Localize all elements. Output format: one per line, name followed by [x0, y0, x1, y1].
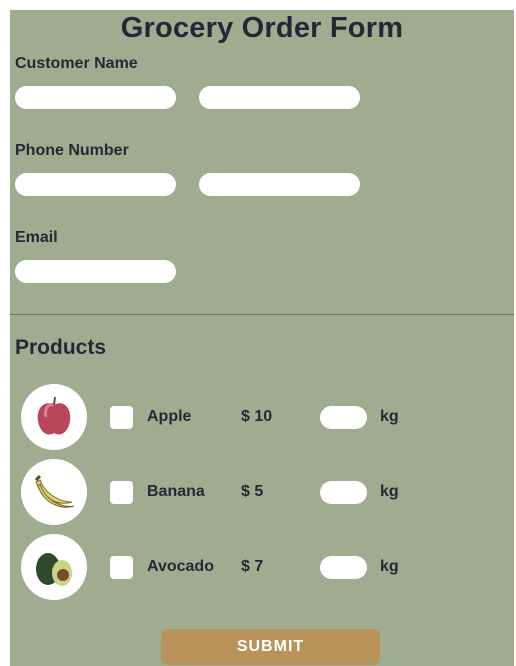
- avocado-icon: [21, 534, 87, 600]
- product-name: Apple: [147, 408, 192, 425]
- product-row-apple: Apple $ 10 kg: [10, 384, 514, 450]
- first-name-input[interactable]: [15, 86, 176, 109]
- section-divider: [10, 314, 514, 315]
- customer-name-label: Customer Name: [15, 55, 138, 72]
- apple-checkbox[interactable]: [110, 406, 133, 429]
- email-input[interactable]: [15, 260, 176, 283]
- product-price: $ 10: [241, 408, 273, 425]
- product-row-banana: Banana $ 5 kg: [10, 459, 514, 525]
- product-price: $ 7: [241, 558, 264, 575]
- product-unit: kg: [380, 408, 399, 425]
- apple-icon: [21, 384, 87, 450]
- product-unit: kg: [380, 558, 399, 575]
- order-form-panel: Grocery Order Form Customer Name Phone N…: [10, 10, 514, 666]
- product-row-avocado: Avocado $ 7 kg: [10, 534, 514, 600]
- avocado-checkbox[interactable]: [110, 556, 133, 579]
- product-name: Avocado: [147, 558, 214, 575]
- product-name: Banana: [147, 483, 205, 500]
- last-name-input[interactable]: [199, 86, 360, 109]
- phone-number-label: Phone Number: [15, 142, 129, 159]
- phone-area-code-input[interactable]: [15, 173, 176, 196]
- banana-checkbox[interactable]: [110, 481, 133, 504]
- form-title: Grocery Order Form: [120, 12, 404, 44]
- banana-quantity-input[interactable]: [320, 481, 367, 504]
- phone-number-input[interactable]: [199, 173, 360, 196]
- avocado-quantity-input[interactable]: [320, 556, 367, 579]
- apple-quantity-input[interactable]: [320, 406, 367, 429]
- product-price: $ 5: [241, 483, 264, 500]
- submit-button[interactable]: SUBMIT: [161, 629, 380, 665]
- banana-icon: [21, 459, 87, 525]
- product-unit: kg: [380, 483, 399, 500]
- email-label: Email: [15, 229, 58, 246]
- products-heading: Products: [15, 336, 107, 359]
